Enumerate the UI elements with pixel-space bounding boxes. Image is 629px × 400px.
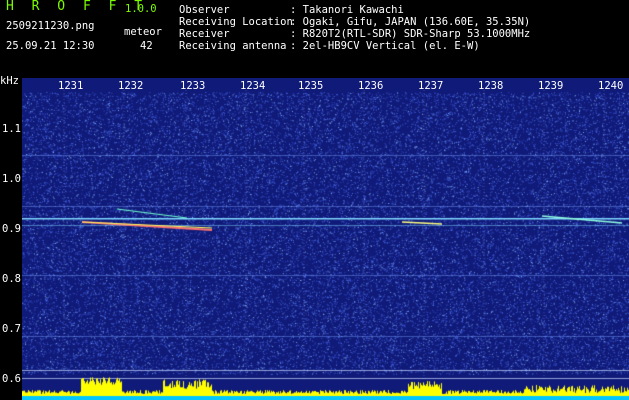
observer-value: : Takanori Kawachi	[290, 4, 404, 16]
app-version: 1.0.0	[125, 3, 157, 15]
location-label: Receiving Location	[179, 16, 293, 28]
time-tick: 1235	[298, 80, 323, 92]
file-datetime: 25.09.21 12:30	[6, 40, 95, 52]
freq-tick: 0.9	[2, 223, 21, 235]
antenna-label: Receiving antenna	[179, 40, 286, 52]
location-value: : Ogaki, Gifu, JAPAN (136.60E, 35.35N)	[290, 16, 530, 28]
freq-unit-label: kHz	[0, 75, 19, 87]
freq-tick: 0.8	[2, 273, 21, 285]
antenna-value: : 2el-HB9CV Vertical (el. E-W)	[290, 40, 480, 52]
time-tick: 1238	[478, 80, 503, 92]
file-name: 2509211230.png	[6, 20, 95, 32]
meteor-count: 42	[140, 40, 153, 52]
time-tick: 1236	[358, 80, 383, 92]
time-tick: 1237	[418, 80, 443, 92]
time-tick: 1231	[58, 80, 83, 92]
freq-tick: 0.6	[2, 373, 21, 385]
receiver-value: : R820T2(RTL-SDR) SDR-Sharp 53.1000MHz	[290, 28, 530, 40]
header-panel: H R O F F T 1.0.0 2509211230.png 25.09.2…	[0, 0, 629, 78]
spectrogram-panel: kHz 1231 1232 1233 1234 1235 1236 1237 1238 1239…	[0, 78, 629, 400]
freq-tick: 0.7	[2, 323, 21, 335]
time-tick: 1239	[538, 80, 563, 92]
freq-tick: 1.1	[2, 123, 21, 135]
freq-tick: 1.0	[2, 173, 21, 185]
meteor-label: meteor	[124, 26, 162, 38]
time-tick: 1233	[180, 80, 205, 92]
spectrogram-canvas	[22, 78, 629, 400]
time-tick: 1240	[598, 80, 623, 92]
time-tick: 1232	[118, 80, 143, 92]
time-tick: 1234	[240, 80, 265, 92]
observer-label: Observer	[179, 4, 230, 16]
receiver-label: Receiver	[179, 28, 230, 40]
